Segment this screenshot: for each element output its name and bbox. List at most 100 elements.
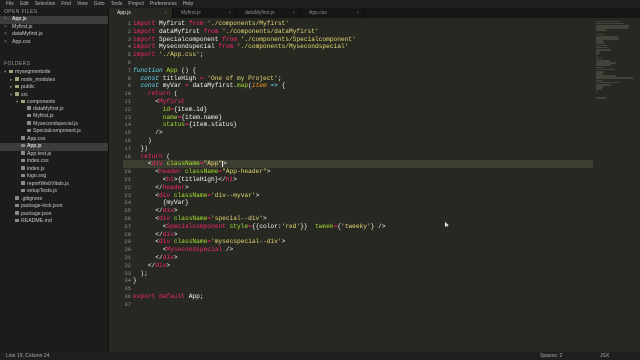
- code-token: 'div--myvar': [211, 191, 256, 199]
- tree-item[interactable]: README.md: [0, 218, 108, 226]
- tree-item[interactable]: App.test.js: [0, 151, 108, 159]
- code-token: App: [166, 66, 178, 74]
- close-icon[interactable]: ×: [164, 8, 167, 18]
- tree-item[interactable]: .gitignore: [0, 196, 108, 204]
- code-line[interactable]: <div className="App">: [123, 160, 593, 169]
- tree-item[interactable]: App.css: [0, 136, 108, 144]
- close-icon[interactable]: ×: [292, 8, 295, 18]
- code-line[interactable]: id={item.id}: [123, 106, 593, 114]
- menu-item-project[interactable]: Project: [128, 0, 144, 8]
- code-line[interactable]: function App () {: [123, 67, 593, 75]
- tree-item[interactable]: dataMyfirst.js: [0, 106, 108, 114]
- open-file-item[interactable]: × App.js: [0, 16, 108, 24]
- code-line[interactable]: const titleHigh = 'One of my Project';: [123, 75, 593, 83]
- code-line[interactable]: <div className='special--div'>: [123, 215, 593, 223]
- menu-item-tools[interactable]: Tools: [111, 0, 123, 8]
- tree-item[interactable]: reportWebVitals.js: [0, 181, 108, 189]
- open-file-item[interactable]: × Myfirst.js: [0, 24, 108, 32]
- tree-item[interactable]: Specialcomponent.js: [0, 128, 108, 136]
- tree-item[interactable]: package-lock.json: [0, 203, 108, 211]
- code-line[interactable]: const myVar = dataMyfirst.map(item => {: [123, 82, 593, 90]
- code-line[interactable]: import Mysecondspecial from './component…: [123, 43, 593, 51]
- tree-item[interactable]: ▾ components: [0, 98, 108, 106]
- code-line[interactable]: />: [123, 129, 593, 137]
- menu-item-preferences[interactable]: Preferences: [150, 0, 177, 8]
- close-icon[interactable]: ×: [4, 39, 7, 47]
- close-icon[interactable]: ×: [4, 24, 7, 32]
- code-line[interactable]: <Myfirst: [123, 98, 593, 106]
- code-token: titleHigh: [162, 74, 200, 82]
- tree-item[interactable]: ▸ public: [0, 83, 108, 91]
- tree-item[interactable]: App.js: [0, 143, 108, 151]
- code-line[interactable]: </div>: [123, 231, 593, 239]
- code-area[interactable]: import Myfirst from './components/Myfirs…: [123, 20, 593, 308]
- code-editor[interactable]: 1234567891011121314151617181920212223242…: [109, 18, 640, 352]
- code-line[interactable]: </header>: [123, 184, 593, 192]
- tree-item-label: reportWebVitals.js: [27, 180, 69, 187]
- open-file-item[interactable]: × dataMyfirst.js: [0, 31, 108, 39]
- code-line[interactable]: [123, 285, 593, 293]
- code-line[interactable]: name={item.name}: [123, 114, 593, 122]
- tree-item[interactable]: index.css: [0, 158, 108, 166]
- code-line[interactable]: </div>: [123, 262, 593, 270]
- code-line[interactable]: return (: [123, 153, 593, 161]
- code-line[interactable]: {myVar}: [123, 199, 593, 207]
- close-icon[interactable]: ×: [228, 8, 231, 18]
- close-icon[interactable]: ×: [356, 8, 359, 18]
- code-line[interactable]: ): [123, 137, 593, 145]
- syntax-mode[interactable]: JSX: [600, 352, 609, 360]
- tree-item[interactable]: index.js: [0, 166, 108, 174]
- code-line[interactable]: import dataMyfirst from './components/da…: [123, 28, 593, 36]
- code-line[interactable]: [123, 59, 593, 67]
- tab-app-js[interactable]: App.js ×: [109, 8, 173, 18]
- tree-item[interactable]: setupTests.js: [0, 188, 108, 196]
- code-line[interactable]: <Mysecondspecial />: [123, 246, 593, 254]
- tab-app-css[interactable]: App.css ×: [301, 8, 365, 18]
- minimap[interactable]: [596, 20, 640, 260]
- code-line[interactable]: <div className='div--myvar'>: [123, 192, 593, 200]
- code-line[interactable]: import Specialcomponent from './componen…: [123, 36, 593, 44]
- open-file-item[interactable]: × App.css: [0, 39, 108, 47]
- tree-item[interactable]: Mysecondspecial.js: [0, 121, 108, 129]
- menu-item-edit[interactable]: Edit: [20, 0, 29, 8]
- tree-item[interactable]: logo.svg: [0, 173, 108, 181]
- tree-item[interactable]: ▾ mysegmentode: [0, 68, 108, 76]
- code-line[interactable]: import Myfirst from './components/Myfirs…: [123, 20, 593, 28]
- close-icon[interactable]: ×: [4, 31, 7, 39]
- indentation-setting[interactable]: Spaces: 2: [540, 352, 562, 360]
- menu-item-find[interactable]: Find: [61, 0, 71, 8]
- menu-item-view[interactable]: View: [77, 0, 88, 8]
- tab-myfirst-js[interactable]: Myfirst.js ×: [173, 8, 237, 18]
- code-line[interactable]: <Specialcomponent style={{color:'red'}} …: [123, 223, 593, 231]
- code-line[interactable]: <header className="App-header">: [123, 168, 593, 176]
- menu-item-help[interactable]: Help: [183, 0, 193, 8]
- menu-item-goto[interactable]: Goto: [94, 0, 105, 8]
- tree-item[interactable]: Myfirst.js: [0, 113, 108, 121]
- tree-item[interactable]: package.json: [0, 211, 108, 219]
- code-line[interactable]: status={item.status}: [123, 121, 593, 129]
- code-line[interactable]: <h1>{titleHigh}</h1>: [123, 176, 593, 184]
- code-line[interactable]: </div>: [123, 207, 593, 215]
- code-line[interactable]: }: [123, 277, 593, 285]
- close-icon[interactable]: ×: [4, 16, 7, 24]
- code-line[interactable]: return (: [123, 90, 593, 98]
- code-line[interactable]: }): [123, 145, 593, 153]
- file-icon: [21, 173, 25, 178]
- tree-item[interactable]: ▾ src: [0, 91, 108, 99]
- tab-label: dataMyfirst.js: [245, 10, 275, 16]
- menu-item-selection[interactable]: Selection: [35, 0, 56, 8]
- code-token: className: [166, 160, 200, 168]
- code-token: 'red': [281, 222, 301, 230]
- code-line[interactable]: export default App;: [123, 293, 593, 301]
- menu-item-file[interactable]: File: [6, 0, 14, 8]
- tree-item-label: src: [21, 91, 28, 98]
- code-line[interactable]: <div className='mysecspecial--div'>: [123, 238, 593, 246]
- code-line[interactable]: );: [123, 270, 593, 278]
- code-line[interactable]: [123, 301, 593, 309]
- code-token: map: [237, 82, 249, 90]
- code-token: <: [133, 238, 159, 246]
- code-line[interactable]: </div>: [123, 254, 593, 262]
- tree-item[interactable]: ▸ node_modules: [0, 76, 108, 84]
- code-line[interactable]: import './App.css';: [123, 51, 593, 59]
- tab-datamyfirst-js[interactable]: dataMyfirst.js ×: [237, 8, 301, 18]
